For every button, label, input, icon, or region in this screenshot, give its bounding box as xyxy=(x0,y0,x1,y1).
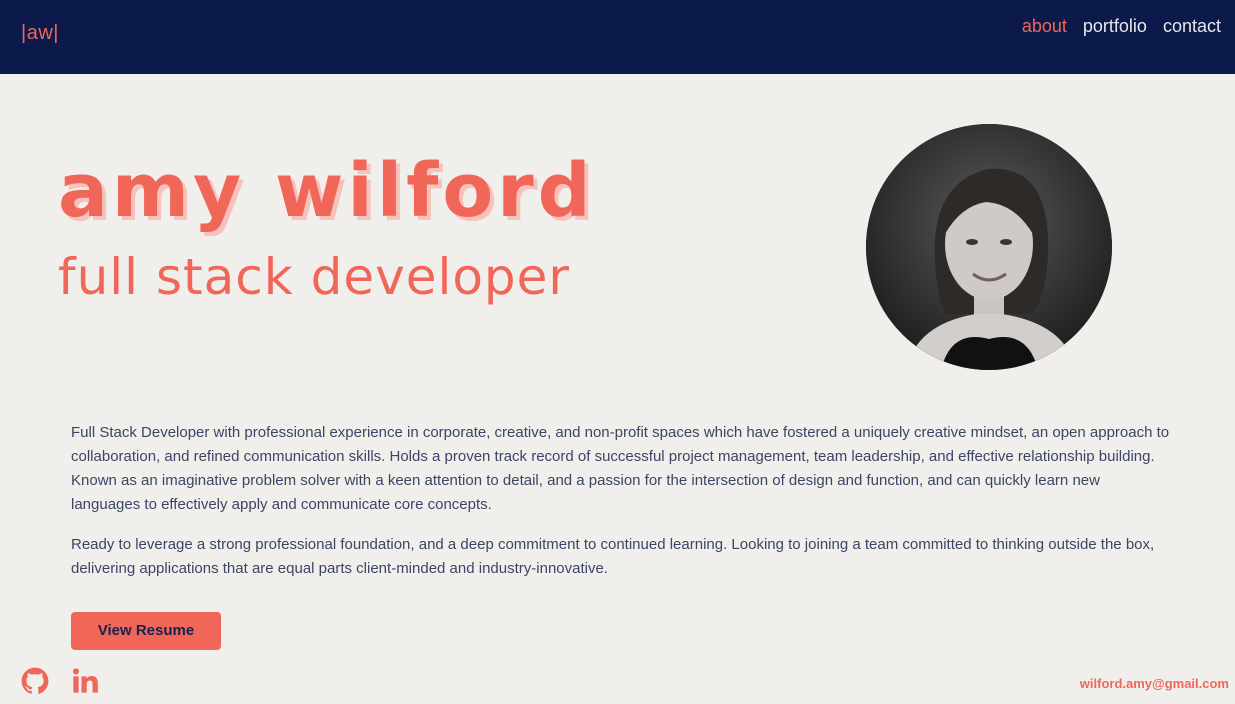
nav-portfolio[interactable]: portfolio xyxy=(1083,16,1147,37)
main-nav: about portfolio contact xyxy=(1022,16,1221,37)
hero-role: full stack developer xyxy=(58,248,570,306)
hero-name: amy wilford xyxy=(58,148,595,234)
view-resume-button[interactable]: View Resume xyxy=(71,612,221,650)
bio-paragraph-1: Full Stack Developer with professional e… xyxy=(71,424,1170,513)
social-links xyxy=(21,667,99,695)
navbar: |aw| about portfolio contact xyxy=(0,0,1235,74)
nav-contact[interactable]: contact xyxy=(1163,16,1221,37)
nav-about[interactable]: about xyxy=(1022,16,1067,37)
logo-link[interactable]: |aw| xyxy=(21,22,59,45)
profile-photo xyxy=(866,124,1112,370)
linkedin-icon[interactable] xyxy=(71,667,99,695)
email-link[interactable]: wilford.amy@gmail.com xyxy=(1080,676,1229,691)
bio-section: Full Stack Developer with professional e… xyxy=(71,421,1171,597)
bio-paragraph-2: Ready to leverage a strong professional … xyxy=(71,536,1155,577)
github-icon[interactable] xyxy=(21,667,49,695)
